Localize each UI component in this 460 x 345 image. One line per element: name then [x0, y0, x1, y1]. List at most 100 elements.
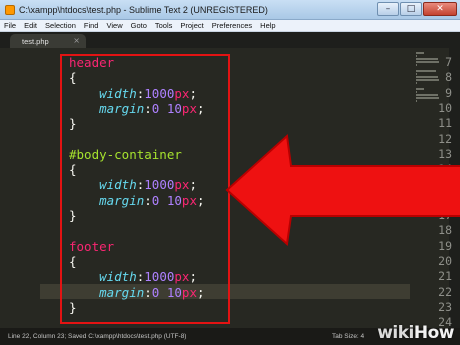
minimize-button[interactable]: –: [377, 2, 399, 16]
code-token: :: [144, 100, 152, 116]
minimap-line: [416, 52, 424, 54]
line-number: 12: [438, 131, 452, 146]
code-token: 1000: [144, 85, 175, 101]
window-controls: – □ ✕: [377, 2, 457, 16]
line-number: 17: [438, 208, 452, 222]
code-token: 1000: [144, 269, 175, 285]
menu-goto[interactable]: Goto: [131, 21, 147, 30]
code-token: #body-container: [69, 146, 182, 162]
code-token: ;: [196, 100, 205, 116]
title-bar: C:\xampp\htdocs\test.php - Sublime Text …: [0, 0, 460, 20]
menu-view[interactable]: View: [106, 21, 122, 30]
tab-strip: test.php ×: [0, 32, 460, 48]
line-number: 9: [445, 85, 452, 100]
code-token: ;: [189, 85, 197, 101]
code-line[interactable]: }: [69, 208, 77, 223]
code-token: }: [69, 208, 77, 223]
code-line[interactable]: width:1000px;: [69, 269, 197, 284]
line-number: 21: [438, 269, 452, 284]
code-token: ;: [196, 192, 205, 208]
line-number: 15: [438, 177, 452, 192]
wikihow-watermark: wikiHow: [377, 323, 454, 343]
menu-find[interactable]: Find: [84, 21, 99, 30]
line-number: 10: [438, 100, 452, 115]
code-line[interactable]: width:1000px;: [69, 177, 197, 192]
watermark-how: How: [413, 323, 455, 343]
minimap-line: [416, 100, 418, 102]
menu-file[interactable]: File: [4, 21, 16, 30]
status-tab-size[interactable]: Tab Size: 4: [332, 333, 364, 340]
code-token: width: [99, 269, 137, 285]
code-token: 10: [166, 100, 182, 116]
code-line[interactable]: {: [69, 162, 77, 177]
code-token: ;: [189, 177, 197, 193]
code-line[interactable]: margin:0 10px;: [69, 192, 205, 208]
line-number: 18: [438, 223, 452, 238]
code-editor[interactable]: 7 header 8{9 width:1000px; 10 margin:0 10px…: [0, 48, 460, 328]
code-line[interactable]: }: [69, 116, 77, 131]
sublime-app-icon: [5, 4, 15, 15]
line-number: 16: [438, 192, 452, 207]
code-token: px: [174, 177, 190, 193]
code-line[interactable]: {: [69, 70, 77, 85]
code-token: margin: [99, 192, 145, 208]
code-line[interactable]: width:1000px;: [69, 86, 197, 101]
menu-preferences[interactable]: Preferences: [212, 21, 252, 30]
code-token: width: [99, 85, 137, 101]
tab-test-php[interactable]: test.php ×: [10, 34, 86, 48]
status-cursor-info: Line 22, Column 23; Saved C:\xampp\htdoc…: [8, 333, 187, 340]
tab-close-icon[interactable]: ×: [73, 36, 80, 45]
code-line[interactable]: margin:0 10px;: [69, 100, 205, 116]
code-line[interactable]: margin:0 10px;: [69, 284, 204, 300]
line-number: 7: [445, 55, 452, 69]
line-number: 14: [438, 162, 452, 177]
line-number: 20: [438, 253, 452, 268]
code-token: :: [144, 192, 152, 208]
code-token: px: [174, 269, 190, 285]
code-token: }: [69, 299, 77, 315]
code-token: {: [69, 253, 77, 269]
code-token: :: [144, 284, 152, 300]
code-token: px: [174, 85, 190, 101]
line-number: 19: [438, 238, 452, 253]
window-title: C:\xampp\htdocs\test.php - Sublime Text …: [19, 4, 268, 15]
code-token: px: [181, 100, 197, 116]
menu-help[interactable]: Help: [260, 21, 275, 30]
menu-bar: File Edit Selection Find View Goto Tools Projec…: [0, 20, 460, 32]
minimap-line: [416, 64, 418, 66]
line-number: 11: [438, 116, 452, 131]
code-line[interactable]: footer: [69, 239, 114, 254]
code-token: }: [69, 116, 77, 132]
code-token: {: [69, 162, 77, 178]
minimap-line: [416, 82, 418, 84]
tab-label: test.php: [22, 37, 49, 46]
code-token: footer: [69, 238, 115, 254]
code-line[interactable]: header: [69, 55, 114, 70]
code-token: px: [181, 284, 197, 300]
code-token: width: [99, 177, 137, 193]
minimap-line: [416, 55, 418, 57]
code-token: header: [69, 55, 115, 70]
maximize-button[interactable]: □: [400, 2, 422, 16]
menu-project[interactable]: Project: [180, 21, 203, 30]
close-button[interactable]: ✕: [423, 2, 457, 16]
watermark-wiki: wiki: [377, 323, 414, 343]
line-number: 13: [438, 146, 452, 161]
code-line[interactable]: }: [69, 300, 77, 315]
menu-selection[interactable]: Selection: [45, 21, 76, 30]
line-number: 22: [438, 284, 452, 299]
menu-tools[interactable]: Tools: [155, 21, 173, 30]
menu-edit[interactable]: Edit: [24, 21, 37, 30]
minimap-line: [416, 73, 418, 75]
code-line[interactable]: #body-container: [69, 147, 182, 162]
code-token: {: [69, 70, 77, 86]
code-line[interactable]: {: [69, 254, 77, 269]
